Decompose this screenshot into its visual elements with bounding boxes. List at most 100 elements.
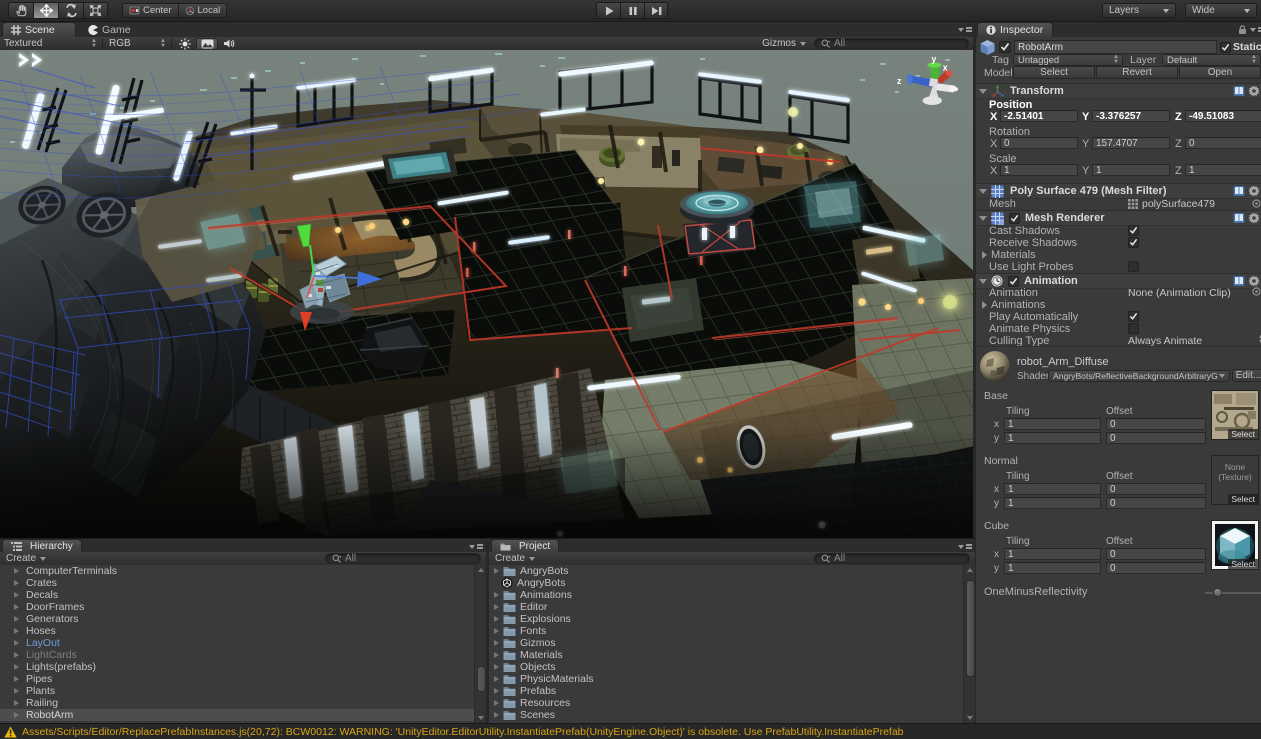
tab-game[interactable]: Game <box>80 22 139 37</box>
draw-mode-dropdown[interactable]: Textured ▲▼ <box>0 37 100 50</box>
project-scrollbar[interactable] <box>963 565 975 723</box>
foldout-icon[interactable] <box>979 189 987 194</box>
cube-tiling-x-field[interactable]: 1 <box>1004 548 1101 560</box>
project-item-gizmos[interactable]: Gizmos <box>489 637 963 649</box>
texture-select-button[interactable]: Select <box>1228 559 1258 569</box>
hierarchy-item-decals[interactable]: Decals <box>0 589 474 601</box>
render-mode-dropdown[interactable]: RGB ▲▼ <box>105 37 169 50</box>
project-item-angrybots[interactable]: AngryBots <box>489 565 963 577</box>
project-item-animations[interactable]: Animations <box>489 589 963 601</box>
receive-shadows-checkbox[interactable] <box>1128 237 1139 248</box>
hierarchy-item-computerterminals[interactable]: ComputerTerminals <box>0 565 474 577</box>
project-create-button[interactable]: Create <box>489 552 541 565</box>
scroll-thumb[interactable] <box>966 580 975 677</box>
base-texture-thumbnail[interactable]: Select <box>1211 390 1259 440</box>
cube-texture-thumbnail[interactable]: Select <box>1211 520 1259 570</box>
animate-physics-checkbox[interactable] <box>1128 323 1139 334</box>
hierarchy-item-hoses[interactable]: Hoses <box>0 625 474 637</box>
cast-shadows-checkbox[interactable] <box>1128 225 1139 236</box>
rot-row-x-field[interactable]: 0 <box>1000 137 1078 149</box>
cube-tiling-y-field[interactable]: 1 <box>1004 562 1101 574</box>
foldout-icon[interactable] <box>494 628 499 634</box>
foldout-icon[interactable] <box>14 568 19 574</box>
scroll-thumb[interactable] <box>477 666 486 692</box>
foldout-icon[interactable] <box>494 592 499 598</box>
project-item-fonts[interactable]: Fonts <box>489 625 963 637</box>
project-item-editor[interactable]: Editor <box>489 601 963 613</box>
reflectivity-slider-handle[interactable] <box>1213 588 1222 597</box>
gear-icon[interactable] <box>1248 212 1260 224</box>
scroll-up-arrow[interactable] <box>967 568 973 572</box>
foldout-icon[interactable] <box>979 89 987 94</box>
mesh-renderer-enabled-checkbox[interactable] <box>1009 213 1020 224</box>
base-offset-x-field[interactable]: 0 <box>1106 418 1206 430</box>
gameobject-active-checkbox[interactable] <box>999 41 1011 53</box>
scale-tool-button[interactable] <box>83 2 108 19</box>
object-picker-icon[interactable] <box>1252 287 1261 299</box>
normal-offset-y-field[interactable]: 0 <box>1106 497 1206 509</box>
hierarchy-item-lightsprefabs[interactable]: Lights(prefabs) <box>0 661 474 673</box>
scroll-down-arrow[interactable] <box>967 716 973 720</box>
hierarchy-create-button[interactable]: Create <box>0 552 52 565</box>
scene-skybox-toggle[interactable] <box>196 38 218 50</box>
foldout-icon[interactable] <box>14 616 19 622</box>
object-picker-icon[interactable] <box>1252 199 1261 208</box>
foldout-icon[interactable] <box>14 640 19 646</box>
scale-row-x-field[interactable]: 1 <box>1000 164 1078 176</box>
mesh-object-field[interactable]: polySurface479 <box>1128 198 1215 210</box>
layer-dropdown[interactable]: Default ▲▼ <box>1162 54 1261 66</box>
gameobject-name-field[interactable]: RobotArm <box>1014 40 1217 54</box>
scene-lighting-toggle[interactable] <box>174 38 196 50</box>
help-book-icon[interactable] <box>1233 185 1245 197</box>
animation-enabled-checkbox[interactable] <box>1008 276 1019 287</box>
status-bar[interactable]: Assets/Scripts/Editor/ReplacePrefabInsta… <box>0 723 1261 739</box>
inspector-panel-menu-icon[interactable] <box>1250 26 1261 38</box>
hand-tool-button[interactable] <box>8 2 33 19</box>
model-select-button[interactable]: Select <box>1013 66 1095 79</box>
pivot-local-button[interactable]: Local <box>178 3 228 18</box>
foldout-icon[interactable] <box>979 216 987 221</box>
normal-offset-x-field[interactable]: 0 <box>1106 483 1206 495</box>
rot-row-y-field[interactable]: 157.4707 <box>1092 137 1170 149</box>
hierarchy-item-doorframes[interactable]: DoorFrames <box>0 601 474 613</box>
project-item-scenes[interactable]: Scenes <box>489 709 963 721</box>
scroll-down-arrow[interactable] <box>478 716 484 720</box>
foldout-icon[interactable] <box>14 688 19 694</box>
mesh-renderer-header[interactable]: Mesh Renderer <box>976 210 1261 226</box>
gear-icon[interactable] <box>1248 85 1260 97</box>
foldout-icon[interactable] <box>14 580 19 586</box>
foldout-icon[interactable] <box>979 279 987 284</box>
project-item-angrybots[interactable]: AngryBots <box>489 577 963 589</box>
foldout-icon[interactable] <box>494 700 499 706</box>
hierarchy-item-crates[interactable]: Crates <box>0 577 474 589</box>
mesh-filter-header[interactable]: Poly Surface 479 (Mesh Filter) <box>976 183 1261 199</box>
help-book-icon[interactable] <box>1233 212 1245 224</box>
foldout-icon[interactable] <box>14 676 19 682</box>
foldout-icon[interactable] <box>494 640 499 646</box>
help-book-icon[interactable] <box>1233 275 1245 287</box>
scale-row-z-field[interactable]: 1 <box>1185 164 1261 176</box>
foldout-icon[interactable] <box>14 592 19 598</box>
hierarchy-item-layout[interactable]: LayOut <box>0 637 474 649</box>
scene-audio-toggle[interactable] <box>218 38 240 50</box>
foldout-icon[interactable] <box>494 664 499 670</box>
foldout-icon[interactable] <box>982 251 987 259</box>
transform-header[interactable]: Transform <box>976 83 1261 99</box>
pause-button[interactable] <box>620 2 644 19</box>
static-toggle[interactable]: Static <box>1220 41 1261 53</box>
pos-row-x-field[interactable]: -2.51401 <box>1000 110 1078 122</box>
gizmos-dropdown[interactable]: Gizmos <box>758 37 810 50</box>
help-book-icon[interactable] <box>1233 85 1245 97</box>
rot-row-z-field[interactable]: 0 <box>1185 137 1261 149</box>
normal-tiling-y-field[interactable]: 1 <box>1004 497 1101 509</box>
foldout-icon[interactable] <box>494 712 499 718</box>
hierarchy-item-lightcards[interactable]: LightCards <box>0 649 474 661</box>
foldout-icon[interactable] <box>494 676 499 682</box>
tab-scene[interactable]: Scene <box>2 22 76 37</box>
foldout-icon[interactable] <box>14 700 19 706</box>
model-open-button[interactable]: Open <box>1179 66 1261 79</box>
base-tiling-y-field[interactable]: 1 <box>1004 432 1101 444</box>
project-item-materials[interactable]: Materials <box>489 649 963 661</box>
play-automatically-checkbox[interactable] <box>1128 311 1139 322</box>
shader-edit-button[interactable]: Edit... <box>1232 369 1261 382</box>
